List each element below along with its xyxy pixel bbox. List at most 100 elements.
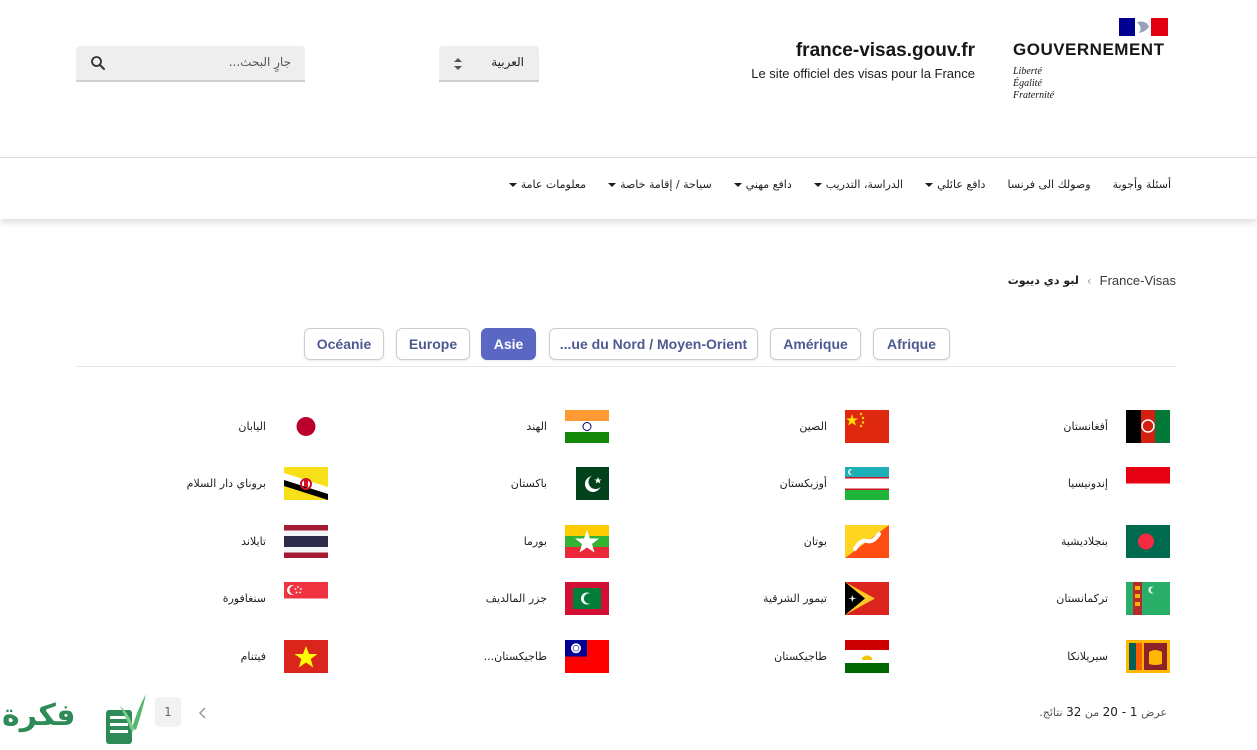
country-item-indonesia[interactable]: إندونيسيا xyxy=(926,467,1170,501)
motto-line: Liberté xyxy=(1013,66,1042,77)
search-icon[interactable] xyxy=(90,55,106,71)
country-item-pakistan[interactable]: باكستان xyxy=(365,467,609,501)
nav-item[interactable]: أسئلة وأجوبة xyxy=(1113,178,1171,191)
country-item-bhutan[interactable]: بوتان xyxy=(645,525,889,559)
singapore-flag-icon xyxy=(284,582,328,615)
nav-item[interactable]: معلومات عامة xyxy=(508,178,587,191)
watermark-text: فكرة xyxy=(2,698,76,733)
nav-item-label: وصولك الى فرنسا xyxy=(1007,178,1091,191)
nav-item[interactable]: الدراسة، التدريب xyxy=(813,178,904,191)
caret-down-icon xyxy=(813,182,822,187)
breadcrumb-separator-icon: ‹ xyxy=(1086,273,1092,288)
country-item-singapore[interactable]: سنغافورة xyxy=(84,582,328,616)
country-item-vietnam[interactable]: فيتنام xyxy=(84,640,328,674)
japan-flag-icon xyxy=(296,417,316,436)
country-name: سيريلانكا xyxy=(1067,650,1108,663)
search-input[interactable]: جارٍ البحث... xyxy=(76,46,305,82)
country-item-timor-leste[interactable]: تيمور الشرقية xyxy=(645,582,889,616)
nav-item[interactable]: سياحة / إقامة خاصة xyxy=(608,178,712,191)
country-item-india[interactable]: الهند xyxy=(365,410,609,444)
book-plant-icon xyxy=(106,694,146,744)
country-name: تايلاند xyxy=(241,535,266,548)
country-item-tajikistan[interactable]: طاجيكستان xyxy=(645,640,889,674)
nav-item-label: الدراسة، التدريب xyxy=(825,178,904,191)
china-flag-icon xyxy=(845,410,889,443)
nav-item-label: معلومات عامة xyxy=(520,178,587,191)
government-wordmark[interactable]: GOUVERNEMENT xyxy=(1013,40,1164,60)
tabs-divider xyxy=(76,366,1176,367)
uzbekistan-flag-icon xyxy=(845,467,889,500)
results-middle: من xyxy=(1084,706,1100,719)
tab-ue-du-nord-moyen-orient[interactable]: ...ue du Nord / Moyen-Orient xyxy=(549,328,758,360)
language-select[interactable]: العربية xyxy=(439,46,539,82)
country-item-thailand[interactable]: تايلاند xyxy=(84,525,328,559)
country-name: بروناي دار السلام xyxy=(186,477,266,490)
tab-am-rique[interactable]: Amérique xyxy=(770,328,861,360)
country-name: الهند xyxy=(526,420,547,433)
pakistan-flag-icon xyxy=(565,467,609,500)
nav-item-label: دافع مهني xyxy=(745,178,792,191)
country-item-brunei[interactable]: بروناي دار السلام xyxy=(84,467,328,501)
country-name: فيتنام xyxy=(240,650,266,663)
country-item-china[interactable]: الصين xyxy=(645,410,889,444)
results-suffix: نتائج. xyxy=(1039,706,1063,719)
caret-down-icon xyxy=(508,182,517,187)
country-name: بنجلاديشية xyxy=(1060,535,1108,548)
country-item-uzbekistan[interactable]: أوزبكستان xyxy=(645,467,889,501)
country-item-maldives[interactable]: جزر المالديف xyxy=(365,582,609,616)
chevron-left-icon[interactable] xyxy=(196,705,210,721)
country-item-sri-lanka[interactable]: سيريلانكا xyxy=(926,640,1170,674)
myanmar-flag-icon xyxy=(565,525,609,558)
tab-oc-anie[interactable]: Océanie xyxy=(304,328,384,360)
maldives-flag-icon xyxy=(565,582,609,615)
caret-down-icon xyxy=(608,182,617,187)
motto-line: Fraternité xyxy=(1013,90,1055,101)
bhutan-flag-icon xyxy=(845,525,889,558)
vietnam-flag-icon xyxy=(284,640,328,673)
nav-item-label: دافع عائلي xyxy=(937,178,986,191)
country-name: تيمور الشرقية xyxy=(763,592,827,605)
nav-item[interactable]: دافع عائلي xyxy=(925,178,985,191)
republic-motto: Liberté Égalité Fraternité xyxy=(1013,66,1054,102)
country-item-taiwan[interactable]: طاجيكستان... xyxy=(365,640,609,674)
brunei-flag-icon xyxy=(284,467,328,500)
country-grid: أفغانستان الصين الهند اليابان إندونيسيا أوزبك… xyxy=(0,395,1257,695)
country-name: طاجيكستان xyxy=(774,650,827,663)
thailand-flag-icon xyxy=(284,525,328,558)
country-name: أفغانستان xyxy=(1063,420,1108,433)
country-name: بوتان xyxy=(803,535,827,548)
country-item-myanmar[interactable]: بورما xyxy=(365,525,609,559)
taiwan-flag-icon xyxy=(565,640,609,673)
country-item-afghanistan[interactable]: أفغانستان xyxy=(926,410,1170,444)
tajikistan-flag-icon xyxy=(845,640,889,673)
country-item-japan[interactable]: اليابان xyxy=(84,410,328,444)
nav-item[interactable]: وصولك الى فرنسا xyxy=(1007,178,1090,191)
site-title[interactable]: france-visas.gouv.fr xyxy=(796,40,975,62)
breadcrumb: لبو دي ديبوت ‹ France-Visas xyxy=(1008,273,1176,288)
tab-asie[interactable]: Asie xyxy=(481,328,536,360)
country-name: جزر المالديف xyxy=(485,592,547,605)
sri-lanka-flag-icon xyxy=(1126,640,1170,673)
tab-europe[interactable]: Europe xyxy=(396,328,470,360)
caret-down-icon xyxy=(733,182,742,187)
nav-item-label: سياحة / إقامة خاصة xyxy=(620,178,712,191)
country-name: طاجيكستان... xyxy=(483,650,547,663)
country-item-turkmenistan[interactable]: تركمانستان xyxy=(926,582,1170,616)
nav-item[interactable]: دافع مهني xyxy=(733,178,792,191)
afghanistan-flag-icon xyxy=(1126,410,1170,443)
country-name: الصين xyxy=(799,420,827,433)
tab-afrique[interactable]: Afrique xyxy=(873,328,950,360)
breadcrumb-root-link[interactable]: France-Visas xyxy=(1100,273,1176,288)
caret-down-icon xyxy=(925,182,934,187)
country-item-bangladesh[interactable]: بنجلاديشية xyxy=(926,525,1170,559)
search-placeholder: جارٍ البحث... xyxy=(228,55,291,69)
results-range: 1 - 20 xyxy=(1102,705,1138,719)
watermark-logo: فكرة xyxy=(0,688,160,750)
country-name: اليابان xyxy=(238,420,266,433)
country-name: بورما xyxy=(523,535,547,548)
nav-list: معلومات عامة سياحة / إقامة خاصة دافع مهني ا… xyxy=(508,178,1171,191)
india-flag-icon xyxy=(565,410,609,443)
main-navigation: معلومات عامة سياحة / إقامة خاصة دافع مهني ا… xyxy=(0,157,1257,219)
country-name: إندونيسيا xyxy=(1067,477,1108,490)
country-name: تركمانستان xyxy=(1056,592,1108,605)
